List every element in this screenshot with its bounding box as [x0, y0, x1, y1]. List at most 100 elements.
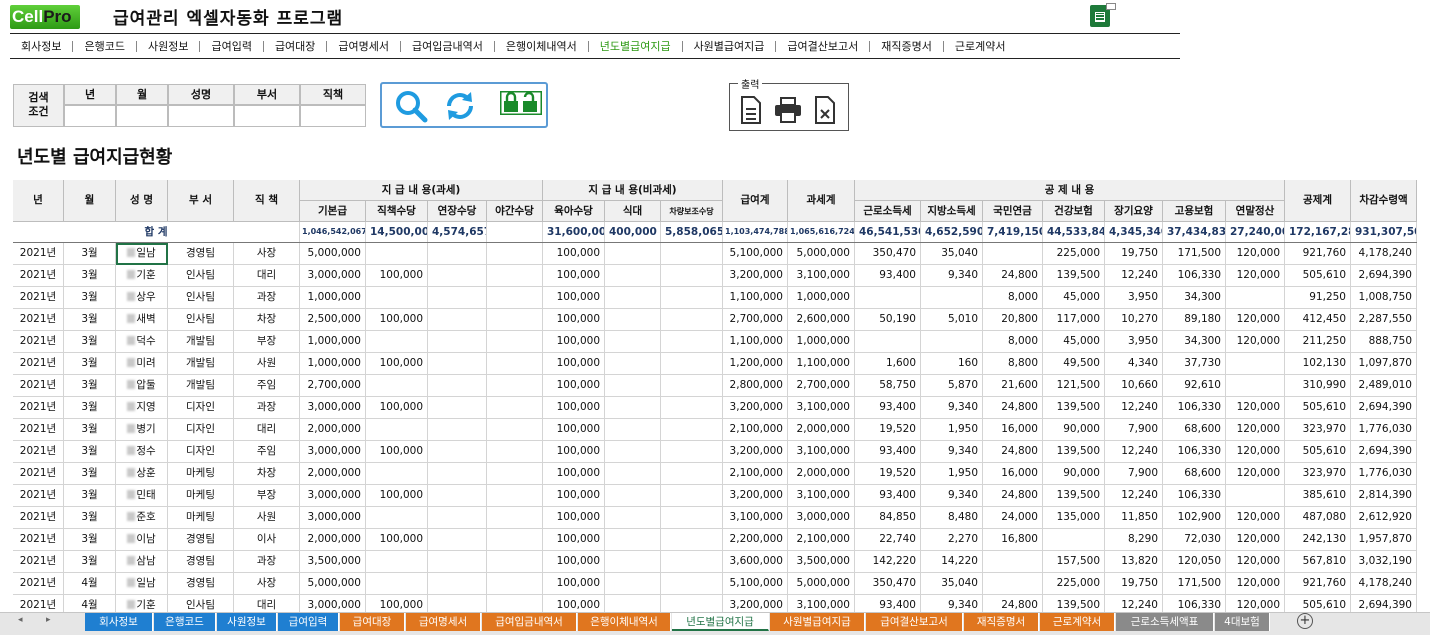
row-value[interactable]: 84,850 [855, 507, 921, 529]
row-value[interactable]: 2,694,390 [1351, 397, 1417, 419]
row-value[interactable]: 9,340 [921, 397, 983, 419]
row-value[interactable] [428, 265, 487, 287]
row-value[interactable] [428, 463, 487, 485]
row-value[interactable] [487, 309, 543, 331]
row-value[interactable] [605, 463, 661, 485]
row-value[interactable]: 1,097,870 [1351, 353, 1417, 375]
row-value[interactable]: 3,100,000 [788, 485, 855, 507]
nav-item[interactable]: 회사정보 [10, 38, 72, 54]
row-value[interactable]: 72,030 [1163, 529, 1226, 551]
row-value[interactable]: 3,000,000 [300, 397, 366, 419]
row-value[interactable] [983, 573, 1043, 595]
row-value[interactable]: 121,500 [1043, 375, 1105, 397]
row-value[interactable]: 11,850 [1105, 507, 1163, 529]
row-value[interactable]: 2,000,000 [300, 419, 366, 441]
row-value[interactable] [487, 331, 543, 353]
row-name[interactable]: 지영 [116, 397, 168, 419]
row-value[interactable]: 3,950 [1105, 287, 1163, 309]
row-value[interactable] [983, 551, 1043, 573]
row-value[interactable]: 2,000,000 [300, 463, 366, 485]
row-value[interactable]: 2,700,000 [788, 375, 855, 397]
row-value[interactable]: 487,080 [1285, 507, 1351, 529]
row-value[interactable]: 1,957,870 [1351, 529, 1417, 551]
row-name[interactable]: 삼남 [116, 551, 168, 573]
row-value[interactable]: 100,000 [543, 529, 605, 551]
row-value[interactable]: 8,000 [983, 331, 1043, 353]
row-name[interactable]: 새벽 [116, 309, 168, 331]
search-input-cell[interactable] [234, 105, 300, 127]
row-value[interactable]: 2,700,000 [300, 375, 366, 397]
row-value[interactable] [605, 419, 661, 441]
row-value[interactable] [366, 331, 428, 353]
nav-item[interactable]: 은행이체내역서 [495, 38, 588, 54]
row-value[interactable]: 16,000 [983, 419, 1043, 441]
row-value[interactable] [661, 463, 723, 485]
row-value[interactable]: 16,000 [983, 463, 1043, 485]
row-value[interactable]: 2,800,000 [723, 375, 788, 397]
row-value[interactable]: 102,900 [1163, 507, 1226, 529]
row-value[interactable]: 505,610 [1285, 397, 1351, 419]
row-name[interactable]: 상훈 [116, 463, 168, 485]
row-value[interactable]: 120,000 [1226, 573, 1285, 595]
row-value[interactable]: 4,178,240 [1351, 243, 1417, 265]
row-value[interactable]: 310,990 [1285, 375, 1351, 397]
row-value[interactable]: 16,800 [983, 529, 1043, 551]
row-value[interactable] [487, 243, 543, 265]
row-value[interactable]: 7,900 [1105, 463, 1163, 485]
row-value[interactable] [1043, 529, 1105, 551]
row-value[interactable]: 3,200,000 [723, 265, 788, 287]
row-value[interactable] [661, 353, 723, 375]
row-value[interactable]: 2,270 [921, 529, 983, 551]
row-value[interactable] [661, 551, 723, 573]
sheet-tab[interactable]: 4대보험 [1215, 613, 1270, 631]
row-value[interactable]: 8,290 [1105, 529, 1163, 551]
row-value[interactable] [661, 529, 723, 551]
row-value[interactable]: 323,970 [1285, 463, 1351, 485]
row-value[interactable]: 12,240 [1105, 441, 1163, 463]
row-value[interactable] [487, 529, 543, 551]
row-value[interactable]: 2,287,550 [1351, 309, 1417, 331]
row-value[interactable]: 117,000 [1043, 309, 1105, 331]
row-value[interactable] [487, 353, 543, 375]
row-value[interactable]: 2,100,000 [723, 419, 788, 441]
row-value[interactable]: 135,000 [1043, 507, 1105, 529]
search-input-cell[interactable] [64, 105, 116, 127]
row-name[interactable]: 이남 [116, 529, 168, 551]
row-name[interactable]: 일남 [116, 573, 168, 595]
row-value[interactable]: 24,800 [983, 265, 1043, 287]
row-value[interactable]: 120,000 [1226, 551, 1285, 573]
row-value[interactable]: 106,330 [1163, 397, 1226, 419]
row-value[interactable] [428, 243, 487, 265]
row-value[interactable] [605, 353, 661, 375]
document-icon[interactable] [740, 96, 762, 124]
row-value[interactable]: 14,220 [921, 551, 983, 573]
row-value[interactable]: 888,750 [1351, 331, 1417, 353]
row-value[interactable] [605, 507, 661, 529]
row-value[interactable]: 5,000,000 [788, 573, 855, 595]
row-value[interactable] [428, 529, 487, 551]
row-value[interactable]: 24,800 [983, 441, 1043, 463]
row-value[interactable]: 100,000 [543, 485, 605, 507]
row-value[interactable] [661, 309, 723, 331]
row-value[interactable] [605, 309, 661, 331]
row-value[interactable]: 19,520 [855, 463, 921, 485]
nav-item[interactable]: 급여대장 [264, 38, 326, 54]
tab-scroll-left-icon[interactable]: ◂ [18, 615, 23, 625]
row-value[interactable]: 3,000,000 [788, 507, 855, 529]
row-name[interactable]: 정수 [116, 441, 168, 463]
row-value[interactable] [428, 309, 487, 331]
row-value[interactable]: 2,100,000 [788, 529, 855, 551]
row-value[interactable]: 5,100,000 [723, 243, 788, 265]
row-value[interactable]: 45,000 [1043, 287, 1105, 309]
row-value[interactable]: 505,610 [1285, 441, 1351, 463]
row-value[interactable]: 93,400 [855, 265, 921, 287]
row-value[interactable] [605, 375, 661, 397]
row-value[interactable]: 8,480 [921, 507, 983, 529]
row-value[interactable] [661, 507, 723, 529]
row-value[interactable]: 211,250 [1285, 331, 1351, 353]
row-value[interactable] [921, 331, 983, 353]
row-value[interactable]: 100,000 [543, 397, 605, 419]
row-value[interactable] [366, 243, 428, 265]
row-value[interactable]: 10,660 [1105, 375, 1163, 397]
refresh-icon[interactable] [442, 88, 478, 124]
